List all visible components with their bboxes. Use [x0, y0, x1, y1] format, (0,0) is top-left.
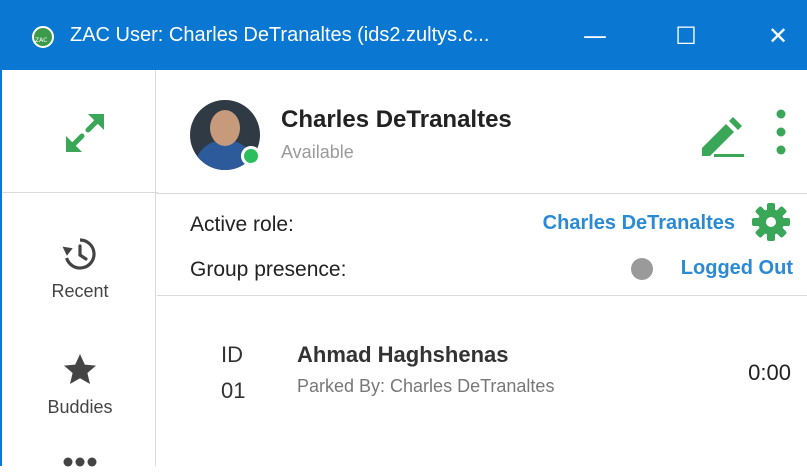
presence-logged-out-indicator	[631, 258, 653, 280]
expand-arrows-icon[interactable]	[62, 110, 108, 156]
more-icon	[63, 457, 97, 467]
parked-id-value: 01	[221, 378, 246, 403]
window-titlebar[interactable]: ZAC User: Charles DeTranaltes (ids2.zult…	[0, 0, 807, 70]
sidebar-item-recent[interactable]: Recent	[2, 236, 158, 302]
sidebar-item-buddies[interactable]: Buddies	[2, 352, 158, 418]
presence-available-indicator	[241, 146, 261, 166]
avatar-face	[210, 110, 240, 146]
parked-duration: 0:00	[748, 360, 791, 385]
sidebar-item-label: Recent	[51, 281, 109, 301]
pencil-icon[interactable]	[698, 114, 746, 158]
main-panel: Charles DeTranaltes Available Active rol…	[157, 70, 807, 466]
history-icon	[62, 238, 96, 270]
header-divider	[157, 193, 807, 194]
user-name: Charles DeTranaltes	[281, 106, 512, 133]
sidebar-item-label: Buddies	[47, 397, 113, 417]
parked-id-label: ID	[221, 342, 243, 367]
zac-app-icon	[32, 26, 54, 48]
star-icon	[64, 354, 96, 384]
section-divider	[157, 295, 807, 296]
window-title: ZAC User: Charles DeTranaltes (ids2.zult…	[70, 24, 490, 46]
minimize-button[interactable]: —	[575, 16, 615, 56]
group-presence-label: Group presence:	[190, 258, 347, 281]
gear-icon[interactable]	[751, 202, 791, 242]
parked-caller-name: Ahmad Haghshenas	[297, 342, 509, 367]
group-presence-link[interactable]: Logged Out	[681, 257, 793, 280]
maximize-button[interactable]: ☐	[666, 16, 706, 56]
kebab-menu-icon[interactable]	[775, 108, 787, 158]
sidebar-divider	[2, 192, 158, 193]
sidebar-item-more[interactable]	[2, 454, 158, 472]
parked-by-text: Parked By: Charles DeTranaltes	[297, 376, 555, 396]
sidebar: Recent Buddies	[0, 70, 158, 467]
active-role-link[interactable]: Charles DeTranaltes	[543, 212, 735, 235]
active-role-label: Active role:	[190, 213, 294, 236]
close-button[interactable]: ✕	[758, 16, 798, 56]
user-status[interactable]: Available	[281, 142, 354, 163]
